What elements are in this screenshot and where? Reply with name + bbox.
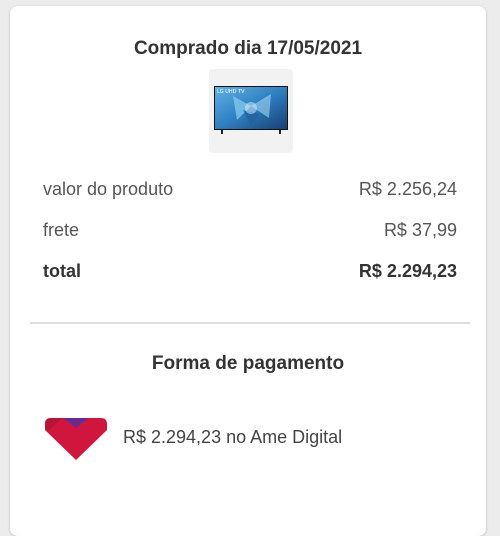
payment-method-title: Forma de pagamento [151,353,345,374]
summary-label: frete [43,220,80,240]
summary-value: R$ 2.256,24 [358,179,457,199]
purchase-date-title: Comprado dia 17/05/2021 [133,38,363,59]
product-thumbnail[interactable]: LG UHD TV [209,69,293,153]
payment-method-text: R$ 2.294,23 no Ame Digital [123,427,343,447]
summary-label: total [43,261,81,281]
summary-label: valor do produto [43,179,174,199]
payment-method-row: R$ 2.294,23 no Ame Digital [43,412,463,462]
purchase-details-card: Comprado dia 17/05/2021 LG UHD TV valor … [10,6,486,536]
ame-digital-logo-icon [45,418,107,460]
tv-image-icon: LG UHD TV [214,86,288,134]
section-divider [30,322,470,324]
tv-brand-text: LG UHD TV [217,89,245,95]
summary-value: R$ 37,99 [383,220,457,240]
summary-value: R$ 2.294,23 [358,261,457,281]
